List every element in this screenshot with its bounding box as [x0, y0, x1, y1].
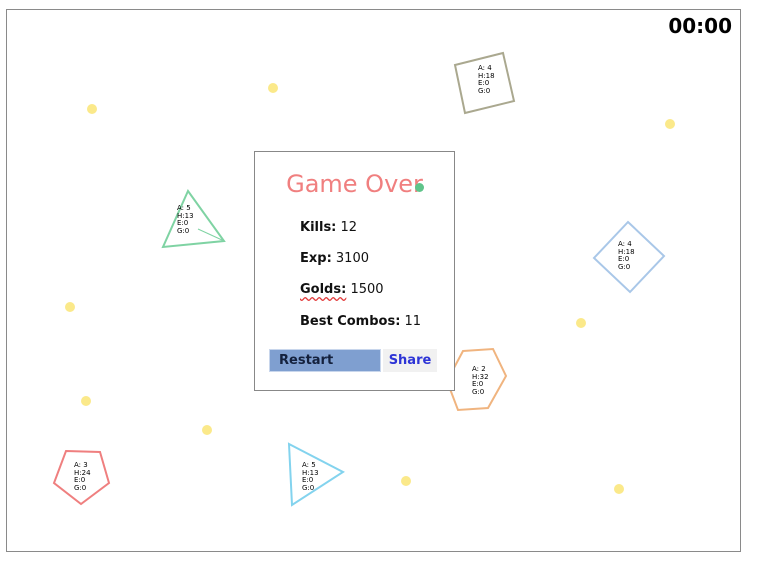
kills-label: Kills: — [300, 220, 337, 235]
share-button[interactable]: Share — [383, 349, 437, 372]
stat-gold: G:0 — [177, 226, 190, 235]
combos-row: Best Combos: 11 — [300, 314, 421, 329]
restart-button[interactable]: Restart — [269, 349, 381, 372]
gold-pickup — [268, 83, 278, 93]
enemy-stats: A: 4 H:18 E:0 G:0 — [618, 240, 635, 271]
stat-gold: G:0 — [302, 483, 315, 492]
exp-value: 3100 — [331, 251, 369, 266]
enemy-stats: A: 2 H:32 E:0 G:0 — [472, 365, 489, 396]
stat-gold: G:0 — [472, 387, 485, 396]
gold-pickup — [401, 476, 411, 486]
stat-gold: G:0 — [74, 483, 87, 492]
stat-gold: G:0 — [478, 86, 491, 95]
kills-row: Kills: 12 — [300, 220, 357, 235]
combos-value: 11 — [400, 314, 422, 329]
stat-gold: G:0 — [618, 262, 631, 271]
golds-value: 1500 — [346, 282, 384, 297]
enemy-stats: A: 5 H:13 E:0 G:0 — [177, 204, 194, 235]
exp-label: Exp: — [300, 251, 332, 266]
kills-value: 12 — [336, 220, 358, 235]
enemy-stats: A: 4 H:18 E:0 G:0 — [478, 64, 495, 95]
enemy-triangle — [161, 189, 226, 249]
gold-pickup — [202, 425, 212, 435]
game-over-panel: Game Over Kills: 12 Exp: 3100 Golds: 150… — [254, 151, 455, 391]
gold-pickup — [81, 396, 91, 406]
gold-pickup — [576, 318, 586, 328]
game-over-title: Game Over — [286, 170, 423, 198]
golds-row: Golds: 1500 — [300, 282, 384, 297]
gold-pickup — [614, 484, 624, 494]
gold-pickup — [65, 302, 75, 312]
gold-pickup — [665, 119, 675, 129]
timer: 00:00 — [668, 14, 732, 38]
enemy-stats: A: 5 H:13 E:0 G:0 — [302, 461, 319, 492]
exp-row: Exp: 3100 — [300, 251, 369, 266]
enemy-stats: A: 3 H:24 E:0 G:0 — [74, 461, 91, 492]
combos-label: Best Combos: — [300, 314, 401, 329]
gold-pickup — [87, 104, 97, 114]
golds-label: Golds: — [300, 282, 347, 297]
player-icon — [415, 183, 424, 192]
